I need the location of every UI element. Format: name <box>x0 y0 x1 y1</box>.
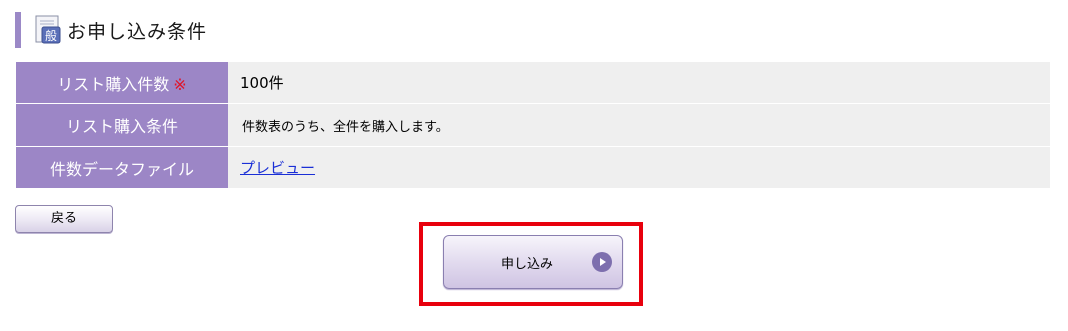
required-mark: ※ <box>173 74 187 94</box>
back-button[interactable]: 戻る <box>15 205 113 233</box>
document-icon: 般 <box>35 15 63 45</box>
header-accent-bar <box>15 12 21 48</box>
row-label-data-file: 件数データファイル <box>16 146 228 189</box>
row-label-text: リスト購入件数 <box>57 74 170 94</box>
row-value-list-count: 100件 <box>228 62 1050 104</box>
document-icon-glyph: 般 <box>45 28 57 43</box>
apply-button[interactable]: 申し込み <box>443 235 623 289</box>
apply-button-label: 申し込み <box>501 257 554 272</box>
section-title: お申し込み条件 <box>67 20 208 43</box>
table-row: リスト購入件数 ※ 100件 <box>16 62 1050 104</box>
play-icon <box>592 252 612 272</box>
row-label-list-condition: リスト購入条件 <box>16 103 228 147</box>
row-value-list-condition: 件数表のうち、全件を購入します。 <box>228 103 1050 147</box>
table-row: リスト購入条件 件数表のうち、全件を購入します。 <box>16 103 1050 147</box>
conditions-table: リスト購入件数 ※ 100件 リスト購入条件 件数表のうち、全件を購入します。 件… <box>16 62 1050 189</box>
preview-link[interactable]: プレビュー <box>240 159 315 177</box>
table-row: 件数データファイル プレビュー <box>16 146 1050 189</box>
section-header: 般 お申し込み条件 <box>15 12 207 48</box>
row-label-list-count: リスト購入件数 ※ <box>16 62 228 104</box>
application-conditions-page: 般 お申し込み条件 リスト購入件数 ※ 100件 リスト購入条件 件数表のうち、全… <box>0 0 1068 331</box>
row-value-data-file: プレビュー <box>228 146 1050 189</box>
